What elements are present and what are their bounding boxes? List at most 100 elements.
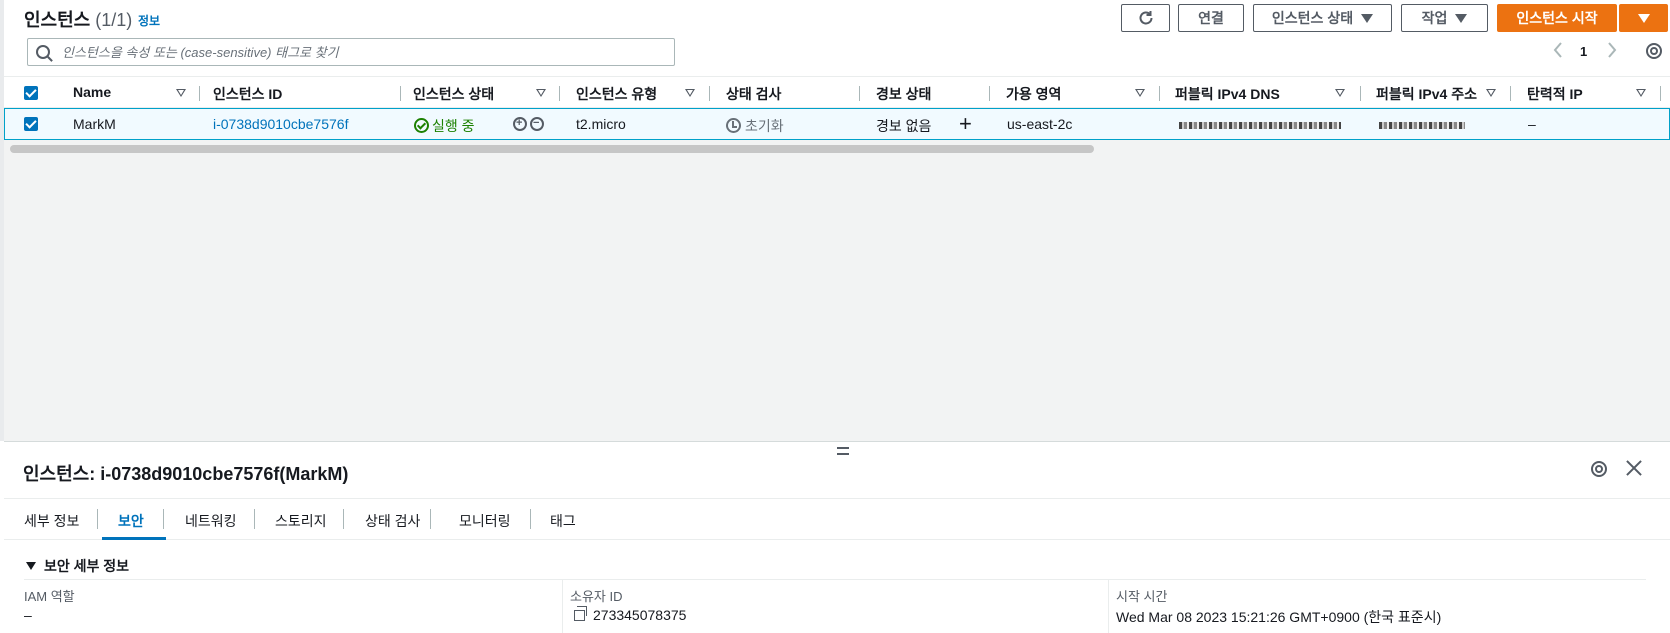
details-title: 인스턴스: i-0738d9010cbe7576f(MarkM) xyxy=(23,464,349,484)
col-header-alarm-status[interactable]: 경보 상태 xyxy=(876,84,931,104)
col-header-instance-type[interactable]: 인스턴스 유형 xyxy=(576,84,657,104)
refresh-icon xyxy=(1139,11,1152,25)
filter-icon[interactable] xyxy=(685,89,695,97)
copy-icon[interactable] xyxy=(574,606,587,621)
check-circle-icon xyxy=(414,118,429,133)
col-header-availability-zone[interactable]: 가용 영역 xyxy=(1006,84,1061,104)
column-resizer[interactable] xyxy=(1660,86,1661,101)
active-tab-indicator xyxy=(102,537,166,540)
launch-time-value: Wed Mar 08 2023 15:21:26 GMT+0900 (한국 표준… xyxy=(1116,609,1442,625)
column-resizer[interactable] xyxy=(859,86,860,101)
launch-options-dropdown[interactable] xyxy=(1619,4,1668,32)
page-title: 인스턴스 (1/1) xyxy=(24,10,133,30)
launch-instances-button[interactable]: 인스턴스 시작 xyxy=(1497,4,1617,32)
select-all-checkbox[interactable] xyxy=(24,86,38,100)
caret-down-icon xyxy=(26,562,36,570)
table-settings-gear-icon[interactable] xyxy=(1646,43,1662,59)
col-header-elastic-ip[interactable]: 탄력적 IP xyxy=(1527,84,1583,104)
cell-elastic-ip: – xyxy=(1528,116,1536,132)
filter-icon[interactable] xyxy=(1135,89,1145,97)
tab-networking[interactable]: 네트워킹 xyxy=(185,511,237,531)
cell-name: MarkM xyxy=(73,116,116,132)
tab-monitoring[interactable]: 모니터링 xyxy=(459,511,511,531)
col-header-instance-id[interactable]: 인스턴스 ID xyxy=(213,84,282,104)
search-icon xyxy=(36,45,50,59)
caret-down-icon xyxy=(1455,13,1468,23)
column-resizer[interactable] xyxy=(1360,86,1361,101)
filter-icon[interactable] xyxy=(536,89,546,97)
caret-down-icon xyxy=(1361,13,1374,23)
close-icon[interactable] xyxy=(1625,459,1643,477)
col-header-name[interactable]: Name xyxy=(73,84,111,100)
iam-role-value: – xyxy=(24,607,32,623)
refresh-button[interactable] xyxy=(1121,4,1170,32)
instance-state-dropdown[interactable]: 인스턴스 상태 xyxy=(1253,4,1392,32)
owner-id-value: 273345078375 xyxy=(574,606,686,623)
tab-security[interactable]: 보안 xyxy=(118,511,144,531)
tab-status-checks[interactable]: 상태 검사 xyxy=(365,511,420,531)
tab-separator xyxy=(163,509,164,529)
cell-instance-state: 실행 중 xyxy=(414,116,475,136)
cell-status-check: 초기화 xyxy=(726,116,784,136)
filter-icon[interactable] xyxy=(1486,89,1496,97)
table-header: Name 인스턴스 ID 인스턴스 상태 인스턴스 유형 상태 검사 경보 상태… xyxy=(4,76,1670,108)
page-number[interactable]: 1 xyxy=(1580,44,1587,59)
col-header-instance-state[interactable]: 인스턴스 상태 xyxy=(413,84,494,104)
filter-icon[interactable] xyxy=(1335,89,1345,97)
column-resizer[interactable] xyxy=(709,86,710,101)
actions-dropdown[interactable]: 작업 xyxy=(1401,4,1488,32)
caret-down-icon xyxy=(1637,13,1650,23)
tab-separator xyxy=(530,509,531,529)
list-header: 인스턴스 (1/1) 정보 연결 인스턴스 상태 작업 인스턴스 시작 1 xyxy=(4,0,1670,76)
column-resizer[interactable] xyxy=(1510,86,1511,101)
tab-separator xyxy=(343,509,344,529)
col-header-status-check[interactable]: 상태 검사 xyxy=(726,84,781,104)
section-divider xyxy=(24,579,1646,580)
horizontal-scrollbar[interactable] xyxy=(10,145,1094,153)
tab-storage[interactable]: 스토리지 xyxy=(275,511,327,531)
next-page-icon[interactable] xyxy=(1607,42,1617,58)
launch-time-label: 시작 시간 xyxy=(1116,589,1168,604)
owner-id-label: 소유자 ID xyxy=(570,589,623,604)
table-row[interactable]: MarkM i-0738d9010cbe7576f 실행 중 + − t2.mi… xyxy=(4,108,1670,140)
add-alarm-plus-icon[interactable]: + xyxy=(959,111,972,137)
column-resizer[interactable] xyxy=(400,86,401,101)
redacted-public-dns xyxy=(1179,122,1341,129)
security-details-toggle[interactable]: 보안 세부 정보 xyxy=(26,556,129,576)
filter-icon[interactable] xyxy=(176,89,186,97)
zoom-out-icon[interactable]: − xyxy=(530,117,544,131)
instances-list-pane: 인스턴스 (1/1) 정보 연결 인스턴스 상태 작업 인스턴스 시작 1 xyxy=(0,0,1670,441)
cell-instance-type: t2.micro xyxy=(576,116,626,132)
drag-handle-icon[interactable] xyxy=(837,447,849,455)
search-input[interactable] xyxy=(62,44,652,60)
column-resizer[interactable] xyxy=(1159,86,1160,101)
tab-separator xyxy=(430,509,431,529)
info-link[interactable]: 정보 xyxy=(138,12,160,29)
iam-role-label: IAM 역할 xyxy=(24,589,75,604)
column-divider xyxy=(1108,580,1109,633)
connect-button[interactable]: 연결 xyxy=(1178,4,1244,32)
tab-tags[interactable]: 태그 xyxy=(550,511,576,531)
cell-alarm-status: 경보 없음 xyxy=(876,118,932,134)
tab-details[interactable]: 세부 정보 xyxy=(24,511,79,531)
column-divider xyxy=(562,580,563,633)
zoom-in-icon[interactable]: + xyxy=(513,117,527,131)
column-resizer[interactable] xyxy=(989,86,990,101)
column-resizer[interactable] xyxy=(559,86,560,101)
row-checkbox[interactable] xyxy=(24,117,38,131)
details-tabs: 세부 정보 보안 네트워킹 스토리지 상태 검사 모니터링 태그 xyxy=(4,498,1670,540)
prev-page-icon[interactable] xyxy=(1553,42,1563,58)
col-header-public-ipv4[interactable]: 퍼블릭 IPv4 주소 xyxy=(1376,84,1477,104)
details-settings-gear-icon[interactable] xyxy=(1591,461,1607,477)
filter-icon[interactable] xyxy=(1636,89,1646,97)
search-box[interactable] xyxy=(27,38,675,66)
cell-availability-zone: us-east-2c xyxy=(1007,116,1073,132)
redacted-public-ipv4 xyxy=(1379,122,1465,129)
instance-id-link[interactable]: i-0738d9010cbe7576f xyxy=(213,116,348,132)
clock-icon xyxy=(726,118,741,133)
instance-count: (1/1) xyxy=(95,10,133,30)
column-resizer[interactable] xyxy=(199,86,200,101)
pane-splitter[interactable] xyxy=(4,441,1670,442)
col-header-public-dns[interactable]: 퍼블릭 IPv4 DNS xyxy=(1175,84,1280,104)
tab-separator xyxy=(97,509,98,529)
